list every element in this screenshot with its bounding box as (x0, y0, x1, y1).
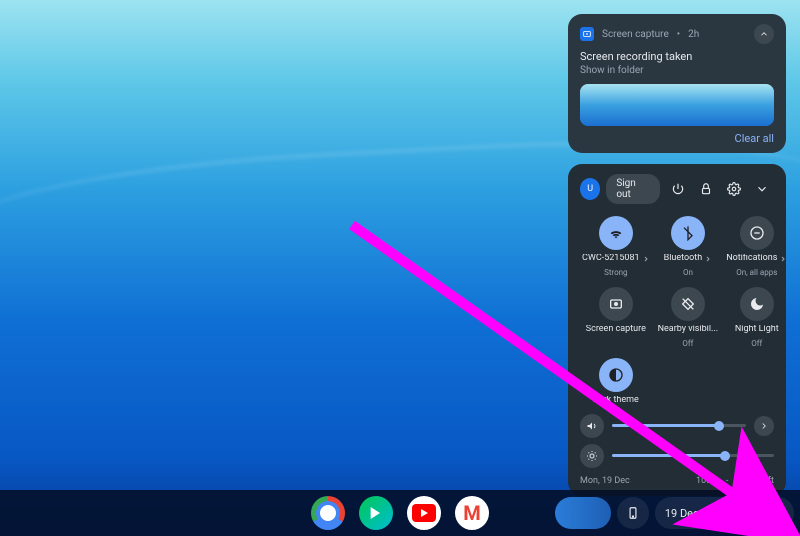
volume-slider[interactable] (580, 414, 774, 438)
avatar[interactable]: U (580, 178, 600, 200)
chevron-right-icon (642, 255, 650, 263)
qs-battery-percent: 100% (696, 476, 718, 486)
notification-title: Screen recording taken (580, 50, 774, 63)
qs-tile-sub: Off (682, 339, 693, 348)
qs-tile-capture[interactable]: Screen capture (580, 285, 652, 350)
quick-settings-panel: U Sign out CWC-5215081 Strong Bluetooth On N… (568, 164, 786, 496)
qs-tile-label: Night Light (735, 325, 779, 335)
dnd-icon (740, 216, 774, 250)
notification-card: Screen capture • 2h Screen recording tak… (568, 14, 786, 153)
sign-out-button[interactable]: Sign out (606, 174, 660, 204)
lock-button[interactable] (694, 177, 718, 201)
notification-app-name: Screen capture (602, 29, 669, 40)
night-icon (740, 287, 774, 321)
nearby-icon (671, 287, 705, 321)
dnd-icon (736, 507, 748, 519)
bluetooth-icon (671, 216, 705, 250)
volume-icon (580, 414, 604, 438)
qs-date: Mon, 19 Dec (580, 476, 630, 486)
chrome-icon[interactable] (311, 496, 345, 530)
wifi-icon (754, 507, 766, 519)
notification-subtitle[interactable]: Show in folder (580, 65, 774, 76)
clear-all-button[interactable]: Clear all (580, 132, 774, 145)
qs-tile-nearby[interactable]: Nearby visibil... Off (656, 285, 721, 350)
notification-thumbnail[interactable] (580, 84, 774, 126)
play-store-icon[interactable] (359, 496, 393, 530)
tote[interactable] (555, 497, 611, 529)
youtube-icon[interactable] (407, 496, 441, 530)
phone-hub-button[interactable] (617, 497, 649, 529)
qs-tile-sub: Strong (604, 268, 627, 277)
brightness-slider[interactable] (580, 444, 774, 468)
qs-tile-label: Notifications (726, 254, 777, 264)
status-tray[interactable]: 19 Dec 9:46 (655, 497, 794, 529)
shelf-date: 19 Dec (665, 507, 699, 520)
chevron-right-icon (779, 255, 787, 263)
shelf: M 19 Dec 9:46 (0, 490, 800, 536)
audio-settings-arrow[interactable] (754, 416, 774, 436)
notification-time: 2h (688, 29, 699, 40)
qs-tile-label: CWC-5215081 (582, 254, 640, 264)
chevron-right-icon (704, 255, 712, 263)
qs-tile-label: Bluetooth (664, 254, 703, 264)
qs-tile-wifi[interactable]: CWC-5215081 Strong (580, 214, 652, 279)
qs-tile-label: Nearby visibil... (658, 325, 719, 335)
expand-button[interactable] (750, 177, 774, 201)
power-button[interactable] (666, 177, 690, 201)
shelf-time: 9:46 (707, 507, 728, 520)
settings-button[interactable] (722, 177, 746, 201)
brightness-icon (580, 444, 604, 468)
screen-capture-icon (580, 27, 594, 41)
qs-tile-bluetooth[interactable]: Bluetooth On (656, 214, 721, 279)
battery-icon (772, 507, 784, 519)
capture-icon (599, 287, 633, 321)
darktheme-icon (599, 358, 633, 392)
wifi-icon (599, 216, 633, 250)
qs-tile-sub: On, all apps (736, 268, 777, 277)
qs-tile-darktheme[interactable]: Dark theme (580, 356, 652, 408)
qs-tile-label: Dark theme (593, 396, 639, 406)
qs-tile-night[interactable]: Night Light Off (724, 285, 789, 350)
collapse-button[interactable] (754, 24, 774, 44)
qs-tile-label: Screen capture (586, 325, 646, 335)
qs-tile-sub: On (683, 268, 693, 277)
qs-battery-time: 18:45 left (736, 476, 774, 486)
qs-tile-sub: Off (751, 339, 762, 348)
gmail-icon[interactable]: M (455, 496, 489, 530)
qs-tile-dnd[interactable]: Notifications On, all apps (724, 214, 789, 279)
